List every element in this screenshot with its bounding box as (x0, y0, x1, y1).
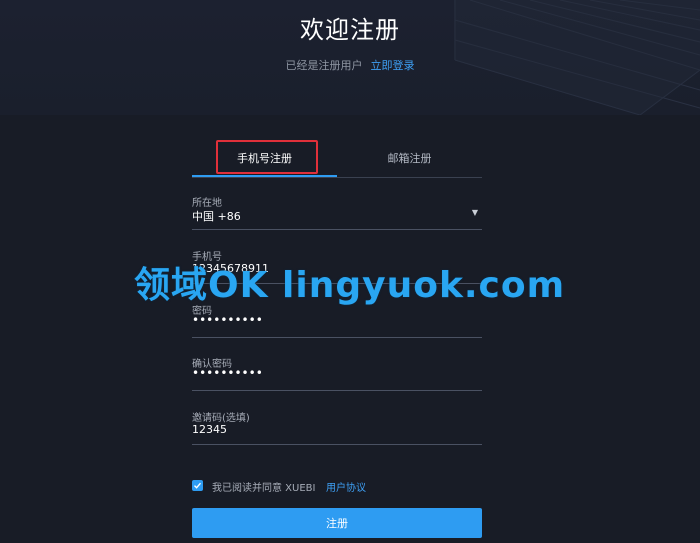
tab-email-register[interactable]: 邮箱注册 (337, 140, 482, 177)
login-link[interactable]: 立即登录 (371, 59, 415, 72)
caret-down-icon: ▼ (471, 208, 478, 217)
phone-label: 手机号 (192, 252, 222, 263)
region-value: 中国 +86 (192, 210, 241, 223)
invite-code-value: 12345 (192, 423, 227, 436)
phone-field[interactable]: 手机号 12345678911 (192, 248, 482, 284)
login-prompt: 已经是注册用户 立即登录 (0, 57, 700, 73)
password-value: •••••••••• (192, 313, 263, 327)
tab-phone-register[interactable]: 手机号注册 (192, 140, 337, 177)
agreement-text: 我已阅读并同意 XUEBI (212, 483, 316, 494)
invite-code-label: 邀请码(选填) (192, 413, 250, 424)
password-field[interactable]: 密码 •••••••••• (192, 302, 482, 338)
register-button[interactable]: 注册 (192, 508, 482, 538)
agree-checkbox[interactable] (192, 480, 203, 491)
confirm-password-value: •••••••••• (192, 366, 263, 380)
region-select[interactable]: 所在地 中国 +86 ▼ (192, 194, 482, 230)
register-tabs: 手机号注册 邮箱注册 (192, 140, 482, 178)
check-icon (194, 482, 202, 489)
login-prompt-text: 已经是注册用户 (285, 59, 363, 72)
invite-code-field[interactable]: 邀请码(选填) 12345 (192, 409, 482, 445)
hero-banner: 欢迎注册 已经是注册用户 立即登录 (0, 0, 700, 115)
phone-value: 12345678911 (192, 262, 269, 275)
confirm-password-field[interactable]: 确认密码 •••••••••• (192, 355, 482, 391)
region-label: 所在地 (192, 198, 222, 209)
agreement-row: 我已阅读并同意 XUEBI 用户协议 (192, 478, 482, 494)
user-agreement-link[interactable]: 用户协议 (326, 479, 366, 494)
page-title: 欢迎注册 (300, 16, 400, 44)
